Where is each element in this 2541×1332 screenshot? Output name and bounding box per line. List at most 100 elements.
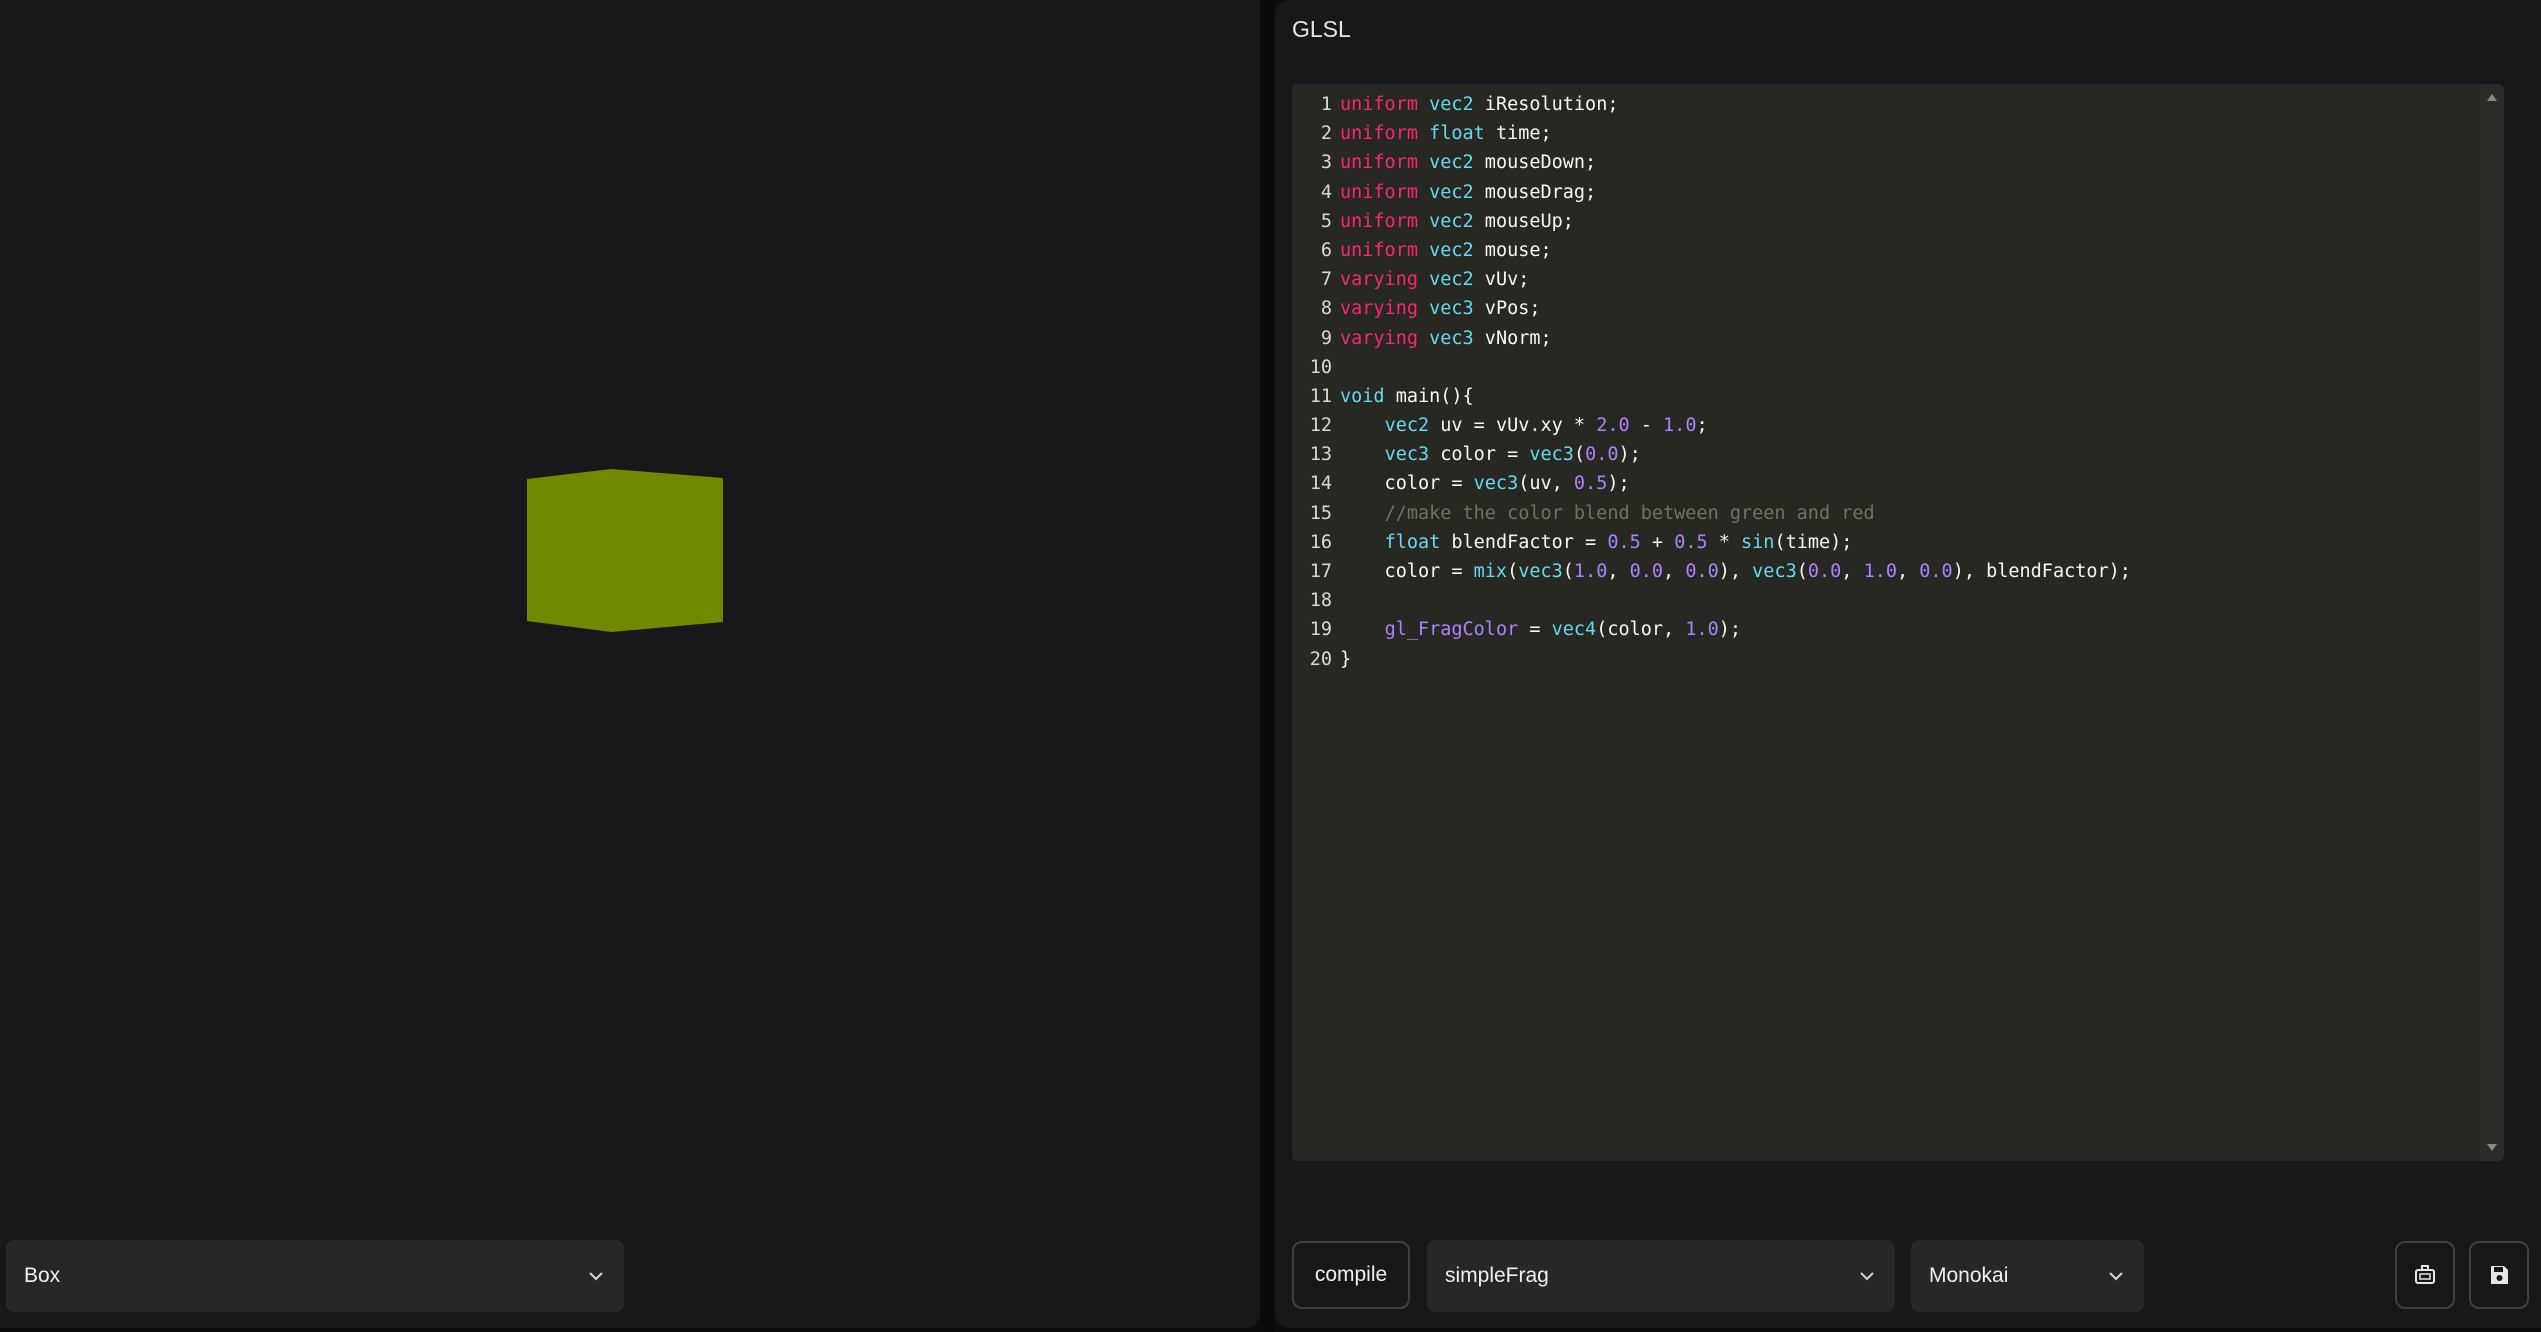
line-number: 10 bbox=[1309, 356, 1332, 378]
line-number: 8 bbox=[1320, 298, 1332, 320]
code-token: ), bbox=[1718, 561, 1753, 582]
screenshot-button[interactable] bbox=[2395, 1241, 2455, 1309]
code-text[interactable]: varying vec2 vUv; bbox=[1340, 265, 1529, 294]
code-token: 1.0 bbox=[1663, 415, 1697, 437]
code-line[interactable]: 17 color = mix(vec3(1.0, 0.0, 0.0), vec3… bbox=[1292, 557, 2131, 586]
code-line[interactable]: 18 bbox=[1292, 586, 2131, 615]
code-text[interactable]: //make the color blend between green and… bbox=[1340, 499, 1875, 528]
code-line[interactable]: 20} bbox=[1292, 645, 2131, 674]
code-line[interactable]: 1 uniform vec2 iResolution; bbox=[1292, 90, 2131, 119]
chevron-down-icon bbox=[2106, 1266, 2126, 1286]
code-text[interactable]: gl_FragColor = vec4(color, 1.0); bbox=[1340, 615, 1741, 644]
code-token: color = bbox=[1340, 473, 1474, 495]
code-line[interactable]: 6 uniform vec2 mouse; bbox=[1292, 236, 2131, 265]
shader-select[interactable]: simpleFrag bbox=[1427, 1240, 1895, 1312]
code-editor[interactable]: 1 uniform vec2 iResolution; 2 uniform float… bbox=[1292, 84, 2504, 1161]
code-line[interactable]: 5 uniform vec2 mouseUp; bbox=[1292, 207, 2131, 236]
theme-select[interactable]: Monokai bbox=[1911, 1240, 2144, 1312]
code-text[interactable]: uniform vec2 mouse; bbox=[1340, 236, 1552, 265]
code-text[interactable]: uniform vec2 mouseUp; bbox=[1340, 207, 1574, 236]
code-token: uniform bbox=[1340, 239, 1418, 261]
code-token: time; bbox=[1484, 123, 1552, 145]
cube-face bbox=[527, 469, 723, 632]
code-line[interactable]: 2 uniform float time; bbox=[1292, 119, 2131, 148]
code-text[interactable]: } bbox=[1340, 645, 1351, 674]
code-text[interactable]: color = mix(vec3(1.0, 0.0, 0.0), vec3(0.… bbox=[1340, 557, 2131, 586]
code-line[interactable]: 13 vec3 color = vec3(0.0); bbox=[1292, 440, 2131, 469]
code-text[interactable]: void main(){ bbox=[1340, 382, 1474, 411]
line-number: 13 bbox=[1309, 444, 1332, 466]
code-line[interactable]: 11 void main(){ bbox=[1292, 382, 2131, 411]
code-text[interactable]: varying vec3 vNorm; bbox=[1340, 324, 1552, 353]
code-text[interactable]: uniform float time; bbox=[1340, 119, 1552, 148]
scroll-up-arrow-icon[interactable] bbox=[2487, 94, 2497, 101]
code-text[interactable]: uniform vec2 mouseDown; bbox=[1340, 148, 1596, 177]
code-token: float bbox=[1384, 531, 1441, 553]
viewport-panel[interactable]: Box bbox=[0, 0, 1260, 1328]
code-token: mouseDown; bbox=[1473, 152, 1597, 174]
code-token: vec2 bbox=[1384, 415, 1430, 437]
code-token: blendFactor = bbox=[1440, 531, 1608, 553]
code-token: 0.0 bbox=[1585, 444, 1619, 466]
code-token: vec2 bbox=[1429, 94, 1474, 115]
code-token: 1.0 bbox=[1573, 561, 1608, 582]
code-line[interactable]: 16 float blendFactor = 0.5 + 0.5 * sin(t… bbox=[1292, 528, 2131, 557]
scroll-down-arrow-icon[interactable] bbox=[2487, 1144, 2497, 1151]
code-token: uniform bbox=[1340, 152, 1418, 174]
code-token: ( bbox=[1562, 561, 1574, 582]
code-line[interactable]: 4 uniform vec2 mouseDrag; bbox=[1292, 178, 2131, 207]
code-line[interactable]: 19 gl_FragColor = vec4(color, 1.0); bbox=[1292, 615, 2131, 644]
code-line[interactable]: 12 vec2 uv = vUv.xy * 2.0 - 1.0; bbox=[1292, 411, 2131, 440]
code-token: 0.5 bbox=[1674, 531, 1708, 553]
code-token: vec3 bbox=[1529, 444, 1574, 466]
code-line[interactable]: 3 uniform vec2 mouseDown; bbox=[1292, 148, 2131, 177]
code-token: uv = vUv.xy * bbox=[1429, 415, 1597, 437]
code-text[interactable]: color = vec3(uv, 0.5); bbox=[1340, 469, 1630, 498]
chevron-down-icon bbox=[1857, 1266, 1877, 1286]
compile-button[interactable]: compile bbox=[1292, 1241, 1410, 1309]
code-token: , bbox=[1607, 561, 1630, 582]
cube-render[interactable] bbox=[525, 467, 725, 635]
code-line[interactable]: 8 varying vec3 vPos; bbox=[1292, 294, 2131, 323]
code-line[interactable]: 10 bbox=[1292, 353, 2131, 382]
editor-scrollbar[interactable] bbox=[2480, 84, 2504, 1161]
code-token: mouseUp; bbox=[1473, 210, 1574, 232]
theme-select-value: Monokai bbox=[1929, 1264, 2009, 1287]
code-token: vec2 bbox=[1429, 152, 1474, 174]
code-token: vec3 bbox=[1473, 473, 1519, 495]
code-text[interactable]: vec2 uv = vUv.xy * 2.0 - 1.0; bbox=[1340, 411, 1708, 440]
code-lines[interactable]: 1 uniform vec2 iResolution; 2 uniform float… bbox=[1292, 90, 2131, 674]
line-number: 7 bbox=[1320, 269, 1332, 291]
code-token: + bbox=[1640, 531, 1675, 553]
code-token: vec2 bbox=[1429, 239, 1474, 261]
code-token: varying bbox=[1340, 269, 1418, 291]
code-line[interactable]: 9 varying vec3 vNorm; bbox=[1292, 324, 2131, 353]
line-number: 19 bbox=[1309, 619, 1332, 641]
panel-divider[interactable] bbox=[1260, 0, 1275, 1332]
code-text[interactable]: uniform vec2 iResolution; bbox=[1340, 90, 1618, 119]
shape-select[interactable]: Box bbox=[6, 1240, 624, 1312]
code-text[interactable]: float blendFactor = 0.5 + 0.5 * sin(time… bbox=[1340, 528, 1853, 557]
code-line[interactable]: 14 color = vec3(uv, 0.5); bbox=[1292, 469, 2131, 498]
code-token: vec3 bbox=[1429, 327, 1474, 349]
save-button[interactable] bbox=[2469, 1241, 2529, 1309]
code-token: 0.0 bbox=[1685, 561, 1719, 582]
line-number: 15 bbox=[1309, 502, 1332, 524]
code-token: (uv, bbox=[1518, 473, 1574, 495]
line-number: 12 bbox=[1309, 415, 1332, 437]
code-line[interactable]: 7 varying vec2 vUv; bbox=[1292, 265, 2131, 294]
code-token: 1.0 bbox=[1863, 561, 1897, 582]
code-text[interactable]: uniform vec2 mouseDrag; bbox=[1340, 178, 1596, 207]
code-text[interactable]: varying vec3 vPos; bbox=[1340, 294, 1541, 323]
code-text[interactable]: vec3 color = vec3(0.0); bbox=[1340, 440, 1641, 469]
code-line[interactable]: 15 //make the color blend between green … bbox=[1292, 499, 2131, 528]
code-token: vPos; bbox=[1473, 298, 1541, 320]
